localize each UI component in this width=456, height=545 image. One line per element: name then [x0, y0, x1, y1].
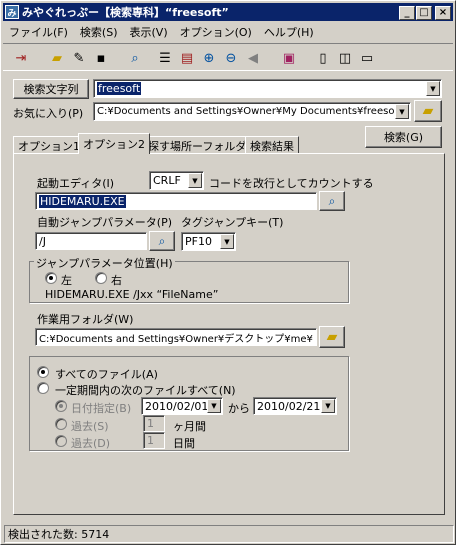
chevron-down-icon[interactable]: ▼	[321, 399, 335, 413]
all-files-label: すべてのファイル(A)	[55, 368, 158, 381]
app-icon: み	[5, 5, 19, 19]
minimize-icon[interactable]: _	[399, 6, 415, 20]
back-arrow-icon[interactable]: ◀	[243, 48, 263, 68]
chevron-down-icon[interactable]: ▼	[220, 234, 234, 249]
close-icon[interactable]: ×	[435, 6, 451, 20]
search-string-button[interactable]: 検索文字列	[13, 79, 89, 99]
app-window: み みやぐれっぷー【検索専科】“freesoft” _ □ × ファイル(F) …	[0, 0, 456, 545]
days-unit: 日間	[173, 437, 195, 450]
title-bar: み みやぐれっぷー【検索専科】“freesoft” _ □ ×	[3, 3, 453, 21]
workdir-browse-button[interactable]: ▰	[319, 326, 345, 348]
jump-param-button[interactable]: ⌕	[149, 231, 175, 251]
search-icon: ⌕	[328, 193, 336, 208]
zoom-out-icon[interactable]: ⊖	[221, 48, 241, 68]
folder-browse-button[interactable]: ▰	[414, 100, 442, 122]
search-file-icon[interactable]: ⌕	[125, 48, 145, 68]
radio-left[interactable]	[45, 272, 57, 284]
radio-past-months[interactable]	[55, 418, 67, 430]
past-days-label: 過去(D)	[71, 437, 111, 450]
date-to-value: 2010/02/21	[257, 399, 321, 413]
window-icon[interactable]: ▭	[357, 48, 377, 68]
workdir-label: 作業用フォルダ(W)	[37, 313, 134, 326]
tab-search-location[interactable]: 探す場所ーフォルダ	[143, 136, 252, 154]
edit-file-icon[interactable]: ✎	[69, 48, 89, 68]
favorites-label: お気に入り(P)	[13, 107, 84, 120]
months-unit: ヶ月間	[173, 420, 206, 433]
search-input[interactable]: freesoft ▼	[93, 79, 442, 98]
jump-param-input[interactable]: /J	[35, 232, 147, 250]
menu-options[interactable]: オプション(O)	[174, 24, 258, 40]
date-to-select[interactable]: 2010/02/21 ▼	[253, 397, 337, 415]
tab-search-results[interactable]: 検索結果	[245, 136, 299, 154]
radio-date-range[interactable]	[55, 400, 67, 412]
tag-jump-label: タグジャンプキー(T)	[181, 216, 284, 229]
menu-bar: ファイル(F) 検索(S) 表示(V) オプション(O) ヘルプ(H)	[3, 22, 453, 41]
editor-browse-button[interactable]: ⌕	[319, 191, 345, 211]
chevron-down-icon[interactable]: ▼	[395, 104, 409, 119]
tab-option2[interactable]: オプション2	[78, 133, 150, 154]
radio-all-files[interactable]	[37, 366, 49, 378]
radio-period-files[interactable]	[37, 382, 49, 394]
tag-jump-value: PF10	[185, 235, 212, 248]
menu-search[interactable]: 検索(S)	[74, 24, 124, 40]
radio-right[interactable]	[95, 272, 107, 284]
kara-label: から	[228, 402, 250, 415]
radio-past-days[interactable]	[55, 435, 67, 447]
favorites-input[interactable]: C:¥Documents and Settings¥Owner¥My Docum…	[93, 102, 411, 121]
newline-select[interactable]: CRLF ▼	[149, 171, 204, 190]
open-folder-icon[interactable]: ▰	[47, 48, 67, 68]
search-value: freesoft	[97, 82, 142, 95]
book-icon[interactable]: ▣	[279, 48, 299, 68]
new-page-icon[interactable]: ▯	[313, 48, 333, 68]
maximize-icon[interactable]: □	[416, 6, 432, 20]
date-from-value: 2010/02/01	[145, 399, 209, 413]
months-value: 1	[147, 417, 154, 430]
menu-view[interactable]: 表示(V)	[124, 24, 174, 40]
chevron-down-icon[interactable]: ▼	[188, 173, 202, 188]
zoom-in-icon[interactable]: ⊕	[199, 48, 219, 68]
save-icon[interactable]: ▪	[91, 48, 111, 68]
jump-param-label: 自動ジャンプパラメータ(P)	[37, 216, 173, 229]
jump-preview: HIDEMARU.EXE /Jxx “FileName”	[45, 288, 219, 301]
months-input[interactable]: 1	[143, 415, 165, 432]
chevron-down-icon[interactable]: ▼	[426, 81, 440, 96]
execute-search-button[interactable]: 検索(G)	[365, 126, 442, 148]
folder-icon: ▰	[422, 103, 434, 119]
document-search-icon[interactable]: ▤	[177, 48, 197, 68]
period-files-label: 一定期間内の次のファイルすべて(N)	[55, 384, 236, 397]
window-title: みやぐれっぷー【検索専科】“freesoft”	[22, 6, 229, 19]
list-icon[interactable]: ☰	[155, 48, 175, 68]
newline-note: コードを改行としてカウントする	[209, 177, 374, 190]
date-from-select[interactable]: 2010/02/01 ▼	[141, 397, 223, 415]
radio-left-label: 左	[61, 274, 72, 287]
editor-path-input[interactable]: HIDEMARU.EXE	[35, 192, 317, 210]
jump-param-value: /J	[39, 234, 46, 248]
menu-file[interactable]: ファイル(F)	[3, 24, 74, 40]
jump-position-label: ジャンプパラメータ位置(H)	[34, 255, 175, 271]
editor-path-value: HIDEMARU.EXE	[39, 194, 126, 208]
newline-value: CRLF	[153, 174, 181, 187]
workdir-value: C:¥Documents and Settings¥Owner¥デスクトップ¥m…	[39, 333, 313, 345]
settings-page-icon[interactable]: ◫	[335, 48, 355, 68]
days-value: 1	[147, 434, 154, 447]
radio-right-label: 右	[111, 274, 122, 287]
tag-jump-select[interactable]: PF10 ▼	[181, 232, 236, 251]
chevron-down-icon[interactable]: ▼	[207, 399, 221, 413]
workdir-input[interactable]: C:¥Documents and Settings¥Owner¥デスクトップ¥m…	[35, 328, 317, 346]
exit-icon[interactable]: ⇥	[11, 48, 31, 68]
status-bar: 検出された数: 5714	[4, 525, 454, 543]
favorites-value: C:¥Documents and Settings¥Owner¥My Docum…	[97, 106, 395, 117]
status-text: 検出された数: 5714	[8, 528, 110, 541]
tab-option1[interactable]: オプション1	[13, 136, 85, 154]
search-icon: ⌕	[158, 233, 166, 248]
editor-label: 起動エディタ(I)	[37, 177, 115, 190]
days-input[interactable]: 1	[143, 432, 165, 449]
folder-icon: ▰	[326, 329, 338, 345]
menu-help[interactable]: ヘルプ(H)	[258, 24, 320, 40]
past-months-label: 過去(S)	[71, 420, 109, 433]
date-range-label: 日付指定(B)	[71, 402, 132, 415]
toolbar: ⇥ ▰ ✎ ▪ ⌕ ☰ ▤ ⊕ ⊖ ◀ ▣ ▯ ◫ ▭	[3, 43, 453, 71]
